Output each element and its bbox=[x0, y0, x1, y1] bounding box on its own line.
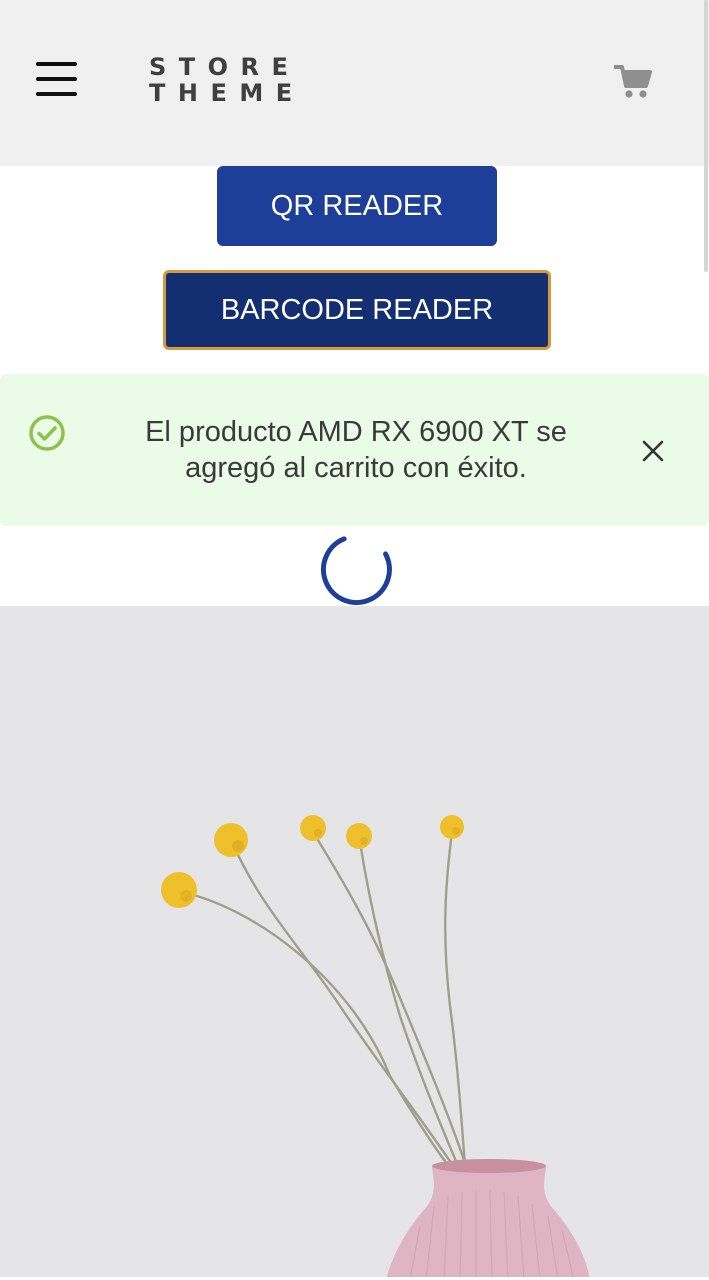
close-icon[interactable] bbox=[638, 436, 668, 466]
site-header: STORE THEME bbox=[0, 0, 709, 166]
logo-line-theme: THEME bbox=[149, 79, 305, 107]
check-circle-icon bbox=[28, 414, 66, 452]
qr-reader-button[interactable]: QR READER bbox=[217, 166, 497, 246]
hamburger-menu-icon[interactable] bbox=[36, 60, 78, 98]
loading-spinner-icon bbox=[318, 529, 396, 607]
page-scrollbar[interactable] bbox=[704, 0, 708, 272]
alert-message: El producto AMD RX 6900 XT se agregó al … bbox=[145, 416, 567, 484]
logo-line-store: STORE bbox=[149, 53, 301, 81]
hero-banner-image[interactable] bbox=[0, 606, 709, 1280]
shopping-cart-icon[interactable] bbox=[613, 64, 652, 100]
page: STORE THEME QR READER BARCODE READER El … bbox=[0, 0, 709, 1280]
flower-vase-illustration bbox=[161, 815, 590, 1280]
barcode-reader-button[interactable]: BARCODE READER bbox=[163, 270, 551, 350]
store-logo[interactable]: STORE THEME bbox=[149, 54, 294, 108]
